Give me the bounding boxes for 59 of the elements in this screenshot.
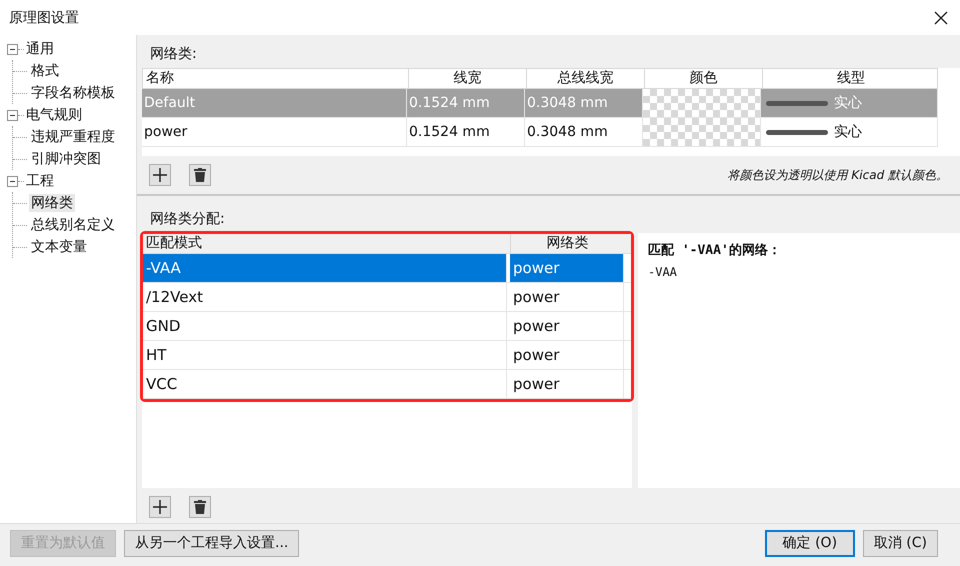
tree-item[interactable]: 工程 bbox=[24, 172, 56, 190]
dialog-button[interactable]: 从另一个工程导入设置... bbox=[124, 530, 300, 556]
transparent-swatch[interactable] bbox=[643, 118, 761, 146]
section-label: 网络类分配: bbox=[149, 210, 226, 228]
table-cell[interactable]: /12Vext bbox=[143, 283, 507, 311]
close-icon[interactable] bbox=[934, 10, 948, 24]
tree-item[interactable]: 引脚冲突图 bbox=[29, 150, 103, 168]
column-header: 线型 bbox=[762, 69, 939, 88]
column-header: 名称 bbox=[145, 69, 175, 88]
table-cell[interactable]: GND bbox=[143, 312, 507, 340]
tree-item[interactable]: 通用 bbox=[24, 40, 56, 58]
table-cell: 实心 bbox=[834, 123, 862, 141]
table-cell: power bbox=[142, 118, 407, 146]
table-cell[interactable]: power bbox=[510, 370, 624, 398]
tree-item[interactable]: 电气规则 bbox=[24, 106, 84, 124]
add-button[interactable] bbox=[149, 496, 171, 518]
tree-item[interactable]: 字段名称模板 bbox=[29, 84, 117, 102]
table-cell: 实心 bbox=[834, 94, 862, 112]
column-header: 网络类 bbox=[510, 234, 624, 253]
hint-text: 将颜色设为透明以使用 Kicad 默认颜色。 bbox=[728, 166, 948, 184]
line-sample-icon bbox=[766, 100, 828, 106]
tree-item[interactable]: 违规严重程度 bbox=[29, 128, 117, 146]
column-header: 匹配模式 bbox=[145, 234, 203, 253]
table-cell[interactable]: power bbox=[510, 341, 624, 369]
table-cell[interactable]: VCC bbox=[143, 370, 507, 398]
column-header: 线宽 bbox=[408, 69, 526, 88]
dialog-button[interactable]: 确定 (O) bbox=[764, 530, 855, 556]
table-row[interactable]: power 0.1524 mm 0.3048 mm 实心 bbox=[142, 118, 938, 147]
table-cell[interactable]: HT bbox=[143, 341, 507, 369]
dialog-button[interactable]: 取消 (C) bbox=[862, 530, 938, 556]
table-cell: 0.1524 mm bbox=[407, 118, 525, 146]
table-cell[interactable]: power bbox=[510, 312, 624, 340]
collapse-icon[interactable] bbox=[7, 44, 18, 54]
tree-item[interactable]: 文本变量 bbox=[29, 238, 89, 256]
table-cell: Default bbox=[142, 89, 407, 117]
table-cell[interactable]: power bbox=[510, 283, 624, 311]
table-cell: 0.1524 mm bbox=[407, 89, 525, 117]
collapse-icon[interactable] bbox=[7, 176, 18, 186]
line-sample-icon bbox=[766, 130, 828, 134]
section-label: 网络类: bbox=[149, 45, 198, 63]
window-title: 原理图设置 bbox=[9, 8, 79, 26]
delete-button[interactable] bbox=[189, 496, 211, 518]
delete-button[interactable] bbox=[189, 164, 211, 186]
add-button[interactable] bbox=[149, 164, 171, 186]
tree-item[interactable]: 总线别名定义 bbox=[29, 216, 117, 234]
transparent-swatch[interactable] bbox=[643, 89, 761, 117]
column-header: 颜色 bbox=[644, 69, 762, 88]
preview-title: 匹配 '-VAA'的网络： bbox=[648, 242, 782, 259]
trash-icon bbox=[194, 168, 206, 182]
plus-icon bbox=[153, 500, 167, 514]
tree-item[interactable]: 格式 bbox=[29, 62, 61, 80]
net-name: -VAA bbox=[648, 265, 678, 279]
plus-icon bbox=[153, 168, 167, 182]
collapse-icon[interactable] bbox=[7, 110, 18, 120]
table-cell[interactable]: power bbox=[510, 254, 624, 282]
trash-icon bbox=[194, 500, 206, 514]
tree-item[interactable]: 网络类 bbox=[29, 194, 75, 212]
table-cell[interactable]: -VAA bbox=[143, 254, 507, 282]
column-header: 总线线宽 bbox=[526, 69, 644, 88]
